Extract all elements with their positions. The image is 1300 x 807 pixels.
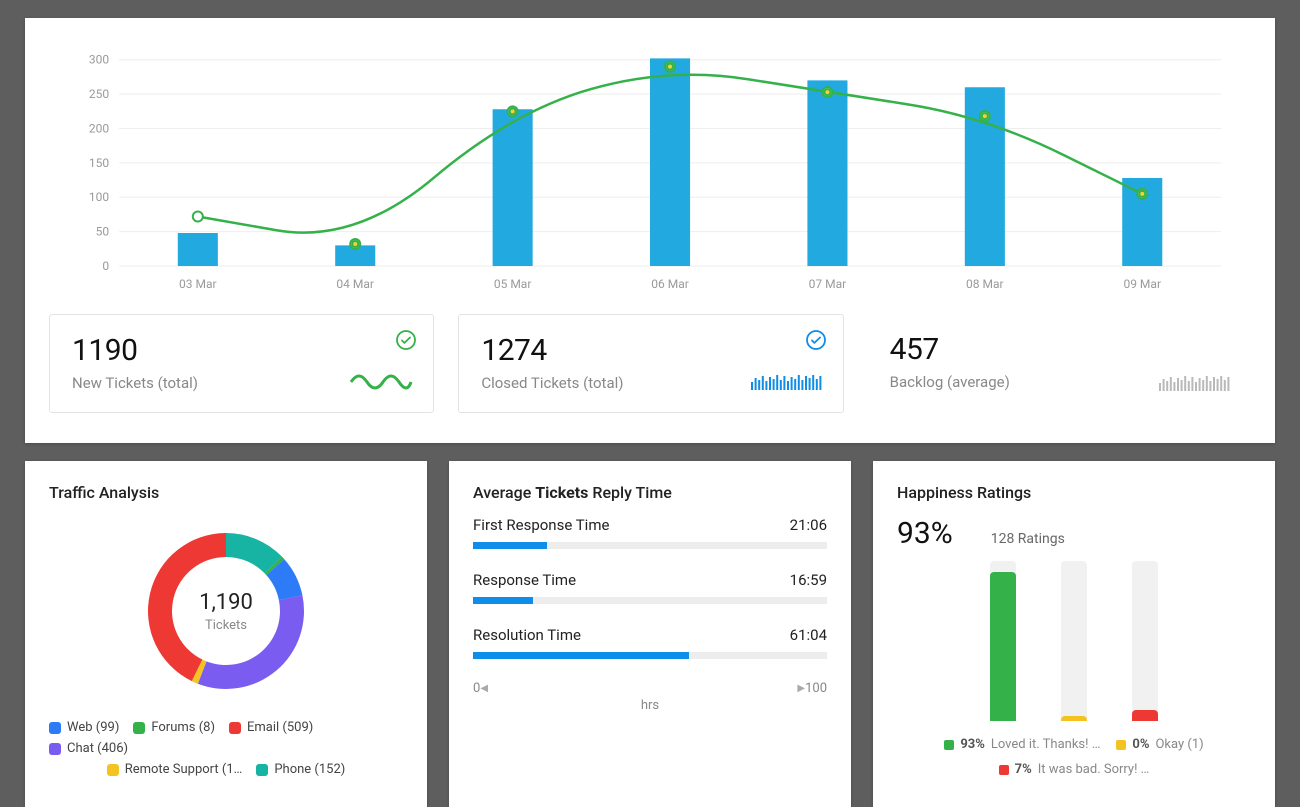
svg-text:05 Mar: 05 Mar [494,277,532,291]
svg-text:150: 150 [89,156,110,170]
legend-item[interactable]: Chat (406) [49,741,128,756]
kpi-closed-tickets[interactable]: 1274 Closed Tickets (total) [458,314,843,413]
reply-row: First Response Time 21:06 [473,516,827,549]
legend-item[interactable]: Phone (152) [256,762,345,777]
happiness-legend: 93% Loved it. Thanks! … 0% Okay (1)7% It … [897,733,1251,783]
happiness-count: 128 Ratings [991,531,1065,547]
reply-label: Resolution Time [473,626,581,644]
reply-value: 61:04 [790,626,827,644]
tickets-trend-panel: 0 50 100 150 200 250 300 03 Mar 04 Mar 05 Mar 06 M… [25,18,1275,443]
card-title: Average Tickets Reply Time [473,483,827,502]
reply-label: Response Time [473,571,576,589]
reply-axis: 0 ◀ ▶ 100 [473,681,827,696]
reply-value: 16:59 [790,571,827,589]
legend-item[interactable]: Remote Support (1… [107,762,243,777]
svg-text:300: 300 [89,53,110,67]
kpi-value: 1190 [72,333,411,368]
kpi-value: 457 [890,332,1229,367]
axis-min: 0 [473,681,480,696]
happiness-bar [990,561,1016,721]
reply-bar [473,542,827,549]
kpi-backlog[interactable]: 457 Backlog (average) [868,314,1251,413]
sparkline-bars-icon [1159,371,1231,395]
check-circle-icon [395,329,417,355]
check-circle-icon [805,329,827,355]
svg-text:03 Mar: 03 Mar [179,277,217,291]
triangle-left-icon[interactable]: ◀ [480,683,488,694]
legend-item[interactable]: 7% It was bad. Sorry! … [999,758,1150,781]
reply-label: First Response Time [473,516,609,534]
traffic-legend: Web (99) Forums (8) Email (509) Chat (406) R… [49,720,403,777]
reply-row: Resolution Time 61:04 [473,626,827,659]
legend-item[interactable]: Web (99) [49,720,119,735]
axis-unit: hrs [473,698,827,713]
legend-item[interactable]: Email (509) [229,720,313,735]
sparkline-wave-icon [349,368,413,394]
legend-item[interactable]: Forums (8) [133,720,215,735]
kpi-new-tickets[interactable]: 1190 New Tickets (total) [49,314,434,413]
kpi-value: 1274 [481,333,820,368]
happiness-bar [1132,561,1158,721]
reply-row: Response Time 16:59 [473,571,827,604]
svg-text:09 Mar: 09 Mar [1123,277,1161,291]
title-part: Tickets [535,483,588,502]
legend-item[interactable]: 0% Okay (1) [1116,733,1203,756]
reply-bar [473,597,827,604]
svg-text:100: 100 [89,190,110,204]
svg-text:07 Mar: 07 Mar [809,277,847,291]
axis-max: 100 [805,681,827,696]
svg-text:50: 50 [96,225,110,239]
traffic-donut-chart: 1,190 Tickets [131,516,321,706]
happiness-bar [1061,561,1087,721]
sparkline-bars-icon [751,370,823,394]
happiness-percent: 93% [897,516,953,551]
title-part: Reply Time [588,483,671,502]
svg-text:Tickets: Tickets [205,618,247,633]
card-title: Happiness Ratings [897,483,1251,502]
title-part: Average [473,483,535,502]
svg-text:08 Mar: 08 Mar [966,277,1004,291]
legend-item[interactable]: 93% Loved it. Thanks! … [944,733,1100,756]
happiness-card: Happiness Ratings 93% 128 Ratings 93% Lo… [873,461,1275,807]
reply-value: 21:06 [790,516,827,534]
svg-text:0: 0 [102,259,109,273]
svg-text:1,190: 1,190 [199,590,253,615]
triangle-right-icon[interactable]: ▶ [797,683,805,694]
svg-text:04 Mar: 04 Mar [336,277,374,291]
svg-text:250: 250 [89,87,110,101]
svg-text:06 Mar: 06 Mar [651,277,689,291]
traffic-analysis-card: Traffic Analysis 1,190 Tickets Web (99) Fo… [25,461,427,807]
reply-bar [473,652,827,659]
kpi-row: 1190 New Tickets (total) 1274 Closed Tic… [49,314,1251,413]
svg-text:200: 200 [89,122,110,136]
reply-time-card: Average Tickets Reply Time First Respons… [449,461,851,807]
card-title: Traffic Analysis [49,483,403,502]
tickets-trend-chart: 0 50 100 150 200 250 300 03 Mar 04 Mar 05 Mar 06 M… [49,36,1251,294]
happiness-bars [897,561,1251,721]
